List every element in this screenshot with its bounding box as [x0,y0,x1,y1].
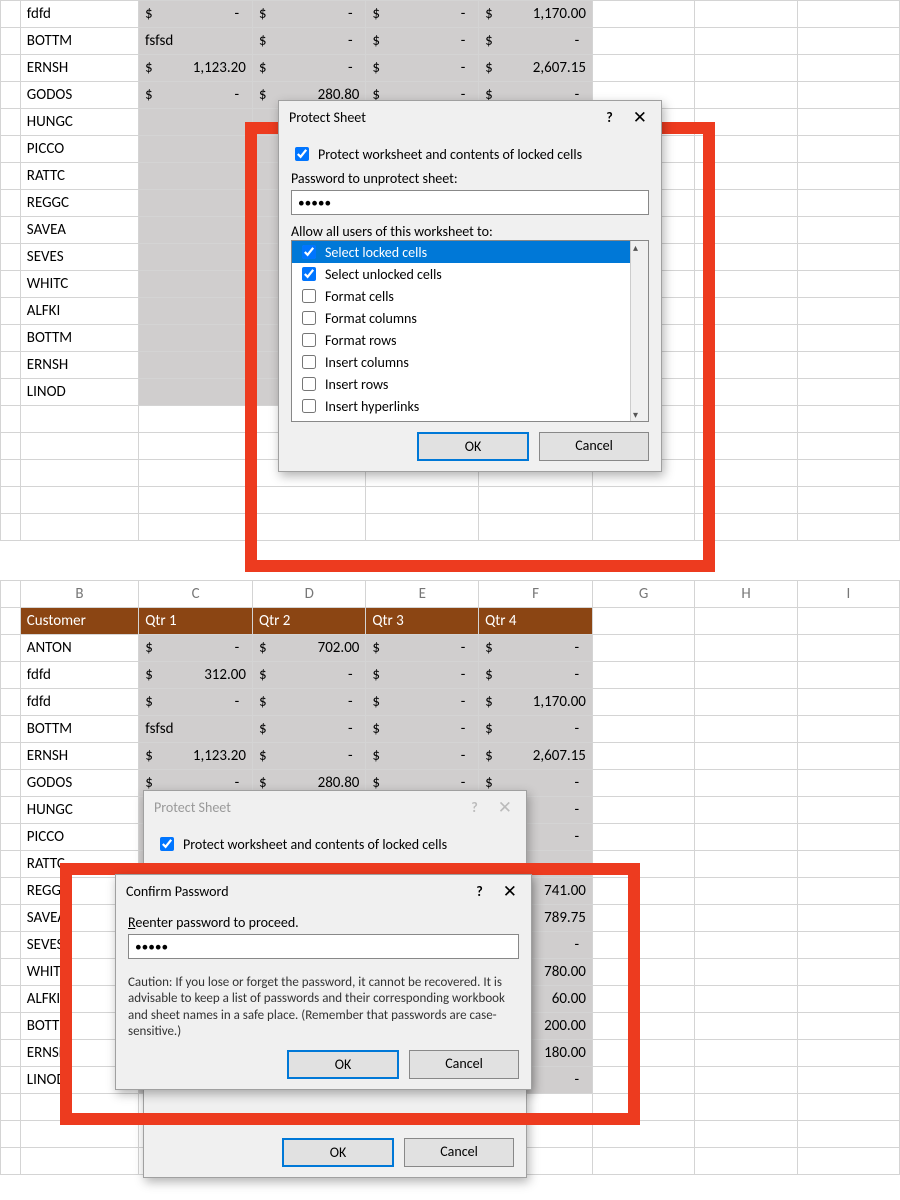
dialog-title: Protect Sheet [154,799,461,816]
permission-item[interactable]: Format cells [292,285,648,307]
table-row[interactable]: fdfd$312.00$- $- $- [1,662,900,689]
permission-item[interactable]: Insert columns [292,351,648,373]
close-icon[interactable]: ✕ [623,107,657,128]
table-header: CustomerQtr 1Qtr 2Qtr 3Qtr 4 [1,608,900,635]
permission-item[interactable]: Select locked cells [292,241,648,263]
dialog-title: Confirm Password [126,883,466,900]
allow-users-label: Allow all users of this worksheet to: [291,223,649,240]
help-icon[interactable]: ? [596,109,623,126]
table-row[interactable]: fdfd$- $- $- $1,170.00 [1,1,900,28]
permission-item[interactable]: Format columns [292,307,648,329]
password-label: Password to unprotect sheet: [291,170,649,187]
column-headers: BCDEFGHI [1,581,900,608]
cancel-button[interactable]: Cancel [404,1138,514,1167]
permission-item[interactable]: Insert rows [292,373,648,395]
table-row[interactable]: BOTTMfsfsd$- $- $- [1,716,900,743]
permission-item[interactable]: Insert hyperlinks [292,395,648,417]
table-row[interactable]: ERNSH$1,123.20$- $- $2,607.15 [1,55,900,82]
confirm-password-dialog: Confirm Password ? ✕ Reenter password to… [115,874,532,1090]
ok-button[interactable]: OK [282,1138,394,1167]
ok-button[interactable]: OK [287,1050,399,1079]
reenter-label: Reenter password to proceed. [128,914,519,931]
confirm-password-input[interactable] [128,934,519,959]
permission-item[interactable]: Delete columns [292,417,648,422]
password-input[interactable] [291,190,649,215]
table-row[interactable]: BOTTMfsfsd$- $- $- [1,28,900,55]
close-icon[interactable]: ✕ [493,881,527,902]
permissions-list[interactable]: Select locked cellsSelect unlocked cells… [291,240,649,422]
permission-item[interactable]: Select unlocked cells [292,263,648,285]
cancel-button[interactable]: Cancel [409,1050,519,1079]
close-icon: ✕ [488,797,522,818]
cancel-button[interactable]: Cancel [539,432,649,461]
help-icon: ? [461,799,488,816]
table-row[interactable]: fdfd$- $- $- $1,170.00 [1,689,900,716]
protect-contents-checkbox[interactable]: Protect worksheet and contents of locked… [291,144,649,164]
table-row[interactable]: ERNSH$1,123.20$- $- $2,607.15 [1,743,900,770]
dialog-title: Protect Sheet [289,109,596,126]
protect-sheet-dialog: Protect Sheet ? ✕ Protect worksheet and … [278,100,662,472]
ok-button[interactable]: OK [417,432,529,461]
table-row[interactable]: ANTON$- $702.00$- $- [1,635,900,662]
caution-text: Caution: If you lose or forget the passw… [128,975,519,1040]
help-icon[interactable]: ? [466,883,493,900]
permission-item[interactable]: Format rows [292,329,648,351]
scrollbar[interactable] [630,241,648,421]
protect-contents-checkbox: Protect worksheet and contents of locked… [156,834,514,854]
